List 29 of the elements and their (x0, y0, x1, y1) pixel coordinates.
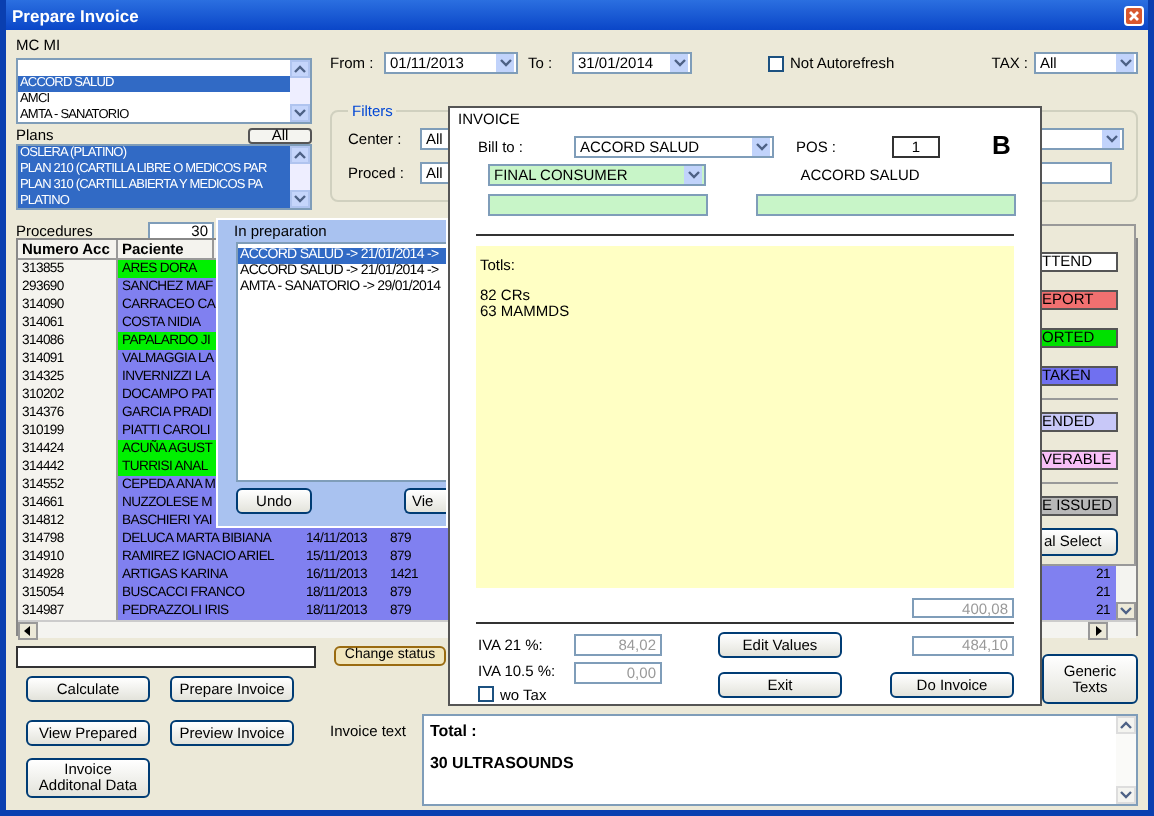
window-title: Prepare Invoice (12, 5, 139, 25)
chevron-up-icon (294, 64, 306, 74)
invoice-text-area[interactable]: Total : 30 ULTRASOUNDS (421, 714, 1138, 806)
text-line: 30 ULTRASOUNDS (429, 754, 576, 772)
scroll-right-button[interactable] (1088, 622, 1108, 640)
triangle-left-icon (22, 626, 34, 636)
checkbox[interactable] (768, 55, 784, 71)
scroll-up-button[interactable] (290, 146, 310, 164)
text-field[interactable] (488, 194, 708, 217)
chevron-down-icon (1120, 606, 1132, 616)
scroll-down-button[interactable] (290, 104, 310, 122)
triangle-right-icon (1092, 626, 1104, 636)
checkbox[interactable] (478, 686, 494, 703)
scroll-left-button[interactable] (18, 622, 38, 640)
chevron-up-icon (1120, 720, 1132, 730)
scroll-down-button[interactable] (1116, 602, 1136, 620)
scroll-up-button[interactable] (1116, 716, 1136, 734)
text-heading: Total : (429, 722, 479, 740)
chevron-down-icon (294, 108, 306, 118)
chevron-down-icon (294, 194, 306, 204)
text-field[interactable] (756, 194, 1016, 217)
chevron-down-icon (1120, 790, 1132, 800)
close-button[interactable] (1124, 5, 1144, 25)
status-field[interactable] (16, 646, 316, 668)
invoice-letter: B (992, 134, 1011, 158)
chevron-up-icon (294, 150, 306, 160)
scroll-up-button[interactable] (290, 60, 310, 78)
scroll-down-button[interactable] (290, 190, 310, 208)
close-icon (1128, 9, 1140, 21)
